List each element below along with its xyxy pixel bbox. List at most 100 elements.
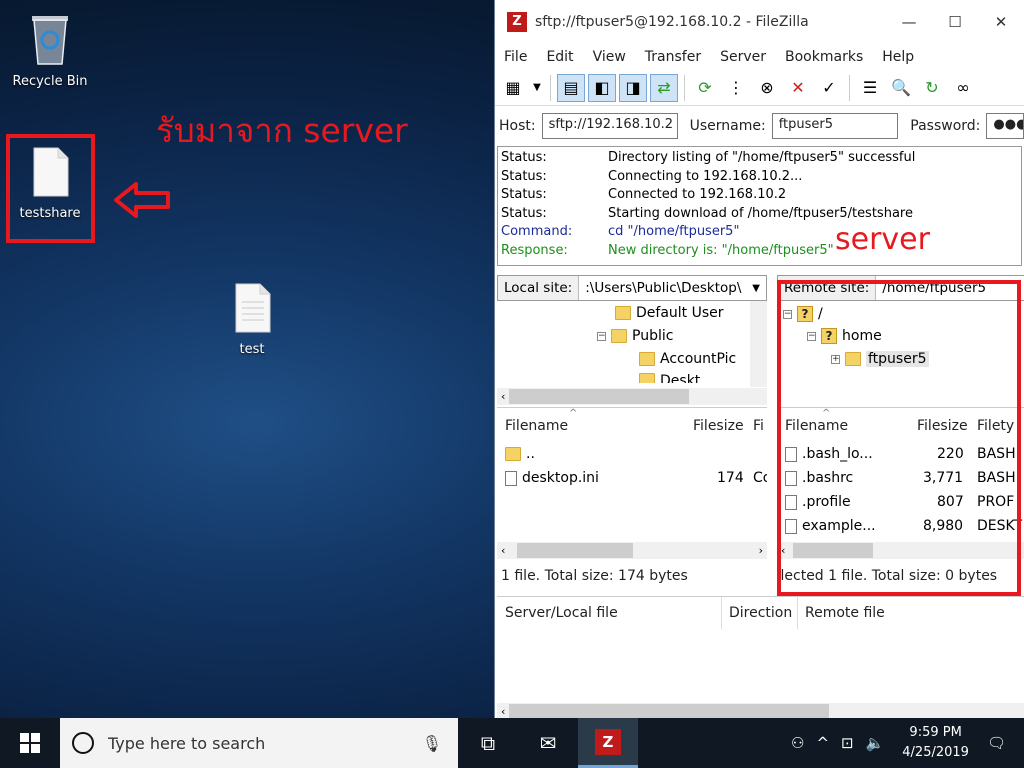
close-icon[interactable]: ✕ [978, 13, 1024, 31]
menu-help[interactable]: Help [877, 49, 919, 65]
server-annotation: server [835, 222, 930, 257]
recycle-bin-label: Recycle Bin [12, 74, 88, 89]
binoculars-icon[interactable]: ∞ [949, 74, 977, 102]
process-queue-icon[interactable]: ⋮ [722, 74, 750, 102]
local-tree-item[interactable]: Deskt [639, 373, 700, 383]
search-placeholder: Type here to search [108, 733, 266, 753]
quickconnect-bar: Host: sftp://192.168.10.2 Username: ftpu… [495, 106, 1024, 146]
log-row-response: Response: New directory is: "/home/ftpuse… [501, 242, 834, 258]
username-label: Username: [689, 118, 766, 134]
server-highlight-box [777, 280, 1021, 596]
folder-icon [611, 329, 627, 343]
taskbar-filezilla-button[interactable]: Z [578, 718, 638, 768]
local-tree-item[interactable]: Default User [615, 305, 724, 321]
local-tree-item[interactable]: AccountPic [639, 351, 736, 367]
menu-edit[interactable]: Edit [541, 49, 578, 65]
testshare-highlight-box [6, 134, 95, 243]
maximize-icon[interactable]: ☐ [932, 13, 978, 31]
minimize-icon[interactable]: — [886, 13, 932, 31]
recycle-bin-glyph [32, 16, 68, 65]
local-col-filesize[interactable]: Filesize [693, 418, 744, 434]
sync-browsing-icon[interactable]: ↻ [918, 74, 946, 102]
folder-icon [615, 306, 631, 320]
toggle-remote-tree-icon[interactable]: ◨ [619, 73, 647, 102]
menu-bar: File Edit View Transfer Server Bookmarks… [495, 44, 1024, 70]
mail-icon[interactable]: ✉ [518, 718, 578, 768]
thai-annotation: รับมาจาก server [156, 111, 408, 150]
file-size: 174 [717, 470, 744, 486]
clock[interactable]: 9:59 PM 4/25/2019 [902, 723, 969, 763]
tray-chevron-up-icon[interactable]: ^ [816, 734, 829, 752]
scroll-right-icon[interactable]: › [755, 544, 767, 557]
filezilla-logo-icon: Z [507, 12, 527, 32]
queue-col-remote[interactable]: Remote file [805, 605, 885, 621]
directory-filter-icon[interactable]: ☰ [856, 74, 884, 102]
menu-transfer[interactable]: Transfer [640, 49, 706, 65]
local-col-filetype[interactable]: Fi [753, 418, 764, 434]
recycle-bin-icon[interactable]: Recycle Bin [8, 8, 92, 89]
queue-hscroll[interactable]: ‹ [497, 703, 1024, 718]
test-file-icon[interactable]: test [210, 282, 294, 357]
local-tree-vscroll[interactable] [750, 301, 767, 387]
local-file-list[interactable]: Filename ^ Filesize Fi .. desktop.ini 17… [497, 407, 767, 592]
host-label: Host: [499, 118, 536, 134]
reconnect-icon[interactable]: ✓ [815, 74, 843, 102]
volume-icon[interactable]: 🔈 [866, 734, 885, 752]
queue-col-server-local[interactable]: Server/Local file [505, 605, 618, 621]
transfer-queue[interactable]: Server/Local file Direction Remote file … [497, 596, 1024, 718]
local-site-pane: Local site: :\Users\Public\Desktop\ ▼ De… [497, 275, 767, 405]
left-arrow-annotation-icon [114, 182, 170, 218]
toggle-local-tree-icon[interactable]: ◧ [588, 73, 616, 102]
test-label: test [239, 342, 265, 357]
local-site-path-input[interactable]: :\Users\Public\Desktop\ [579, 280, 746, 296]
menu-bookmarks[interactable]: Bookmarks [780, 49, 868, 65]
title-bar[interactable]: Z sftp://ftpuser5@192.168.10.2 - FileZil… [495, 0, 1024, 44]
scroll-left-icon[interactable]: ‹ [497, 544, 509, 557]
local-site-label: Local site: [498, 276, 580, 300]
host-input[interactable]: sftp://192.168.10.2 [541, 113, 678, 139]
task-view-icon[interactable]: ⧉ [458, 718, 518, 768]
menu-file[interactable]: File [499, 49, 532, 65]
log-row: Status: Connected to 192.168.10.2 [501, 187, 787, 203]
list-item[interactable]: desktop.ini [505, 470, 599, 486]
clock-date: 4/25/2019 [902, 745, 969, 760]
chevron-down-icon[interactable]: ▼ [746, 283, 766, 294]
collapse-icon[interactable]: − [597, 331, 606, 341]
message-log[interactable]: Status: Directory listing of "/home/ftpus… [497, 146, 1022, 266]
people-icon[interactable]: ⚇ [791, 734, 804, 752]
log-row: Status: Connecting to 192.168.10.2... [501, 168, 803, 184]
cancel-icon[interactable]: ⊗ [753, 74, 781, 102]
toggle-queue-icon[interactable]: ⇄ [650, 73, 678, 102]
local-tree-hscroll[interactable]: ‹ [497, 388, 767, 405]
local-tree-item[interactable]: − Public [597, 328, 673, 344]
log-row: Status: Starting download of /home/ftpuse… [501, 205, 913, 221]
scroll-left-icon[interactable]: ‹ [497, 390, 509, 403]
queue-col-direction[interactable]: Direction [729, 605, 792, 621]
username-input[interactable]: ftpuser5 [771, 113, 899, 139]
search-files-icon[interactable]: 🔍 [887, 74, 915, 102]
notification-icon[interactable]: 🗨 [987, 734, 1006, 752]
folder-icon [505, 447, 521, 461]
disconnect-icon[interactable]: ✕ [784, 74, 812, 102]
menu-view[interactable]: View [588, 49, 631, 65]
start-button[interactable] [0, 718, 60, 768]
text-document-icon [235, 283, 271, 333]
local-list-hscroll[interactable]: ‹ › [497, 542, 767, 559]
scroll-left-icon[interactable]: ‹ [497, 705, 509, 718]
settings-file-icon [505, 470, 517, 486]
menu-server[interactable]: Server [715, 49, 771, 65]
microphone-icon[interactable]: 🎙 [422, 734, 442, 753]
windows-logo-icon [20, 733, 40, 753]
password-input[interactable]: ●●● [986, 113, 1024, 139]
site-manager-icon[interactable]: ▦ [499, 74, 527, 102]
dropdown-arrow-icon[interactable]: ▼ [530, 74, 544, 102]
toolbar: ▦ ▼ ▤ ◧ ◨ ⇄ ⟳ ⋮ ⊗ ✕ ✓ ☰ 🔍 ↻ ∞ [495, 70, 1024, 106]
local-col-filename[interactable]: Filename [505, 418, 568, 434]
folder-icon [639, 352, 655, 366]
taskbar-search-box[interactable]: Type here to search 🎙 [60, 718, 458, 768]
refresh-icon[interactable]: ⟳ [691, 74, 719, 102]
list-item[interactable]: .. [505, 446, 535, 462]
toggle-log-icon[interactable]: ▤ [557, 73, 585, 102]
network-icon[interactable]: ⊡ [841, 734, 854, 752]
password-label: Password: [910, 118, 981, 134]
